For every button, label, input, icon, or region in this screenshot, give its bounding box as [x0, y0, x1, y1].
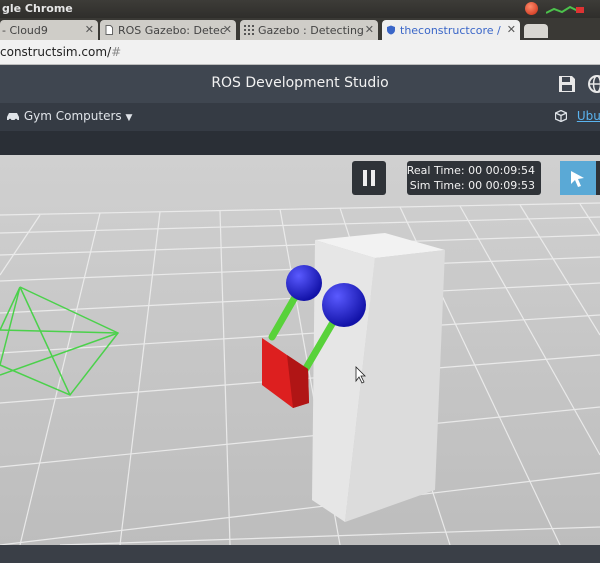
sim-time-display: Real Time: 00 00:09:54 Sim Time: 00 00:0…	[407, 161, 541, 195]
tab-cloud9[interactable]: - Cloud9 ✕	[0, 20, 98, 40]
gym-computers-menu[interactable]: Gym Computers ▼	[6, 109, 132, 123]
globe-icon[interactable]	[588, 75, 600, 93]
tab-strip: - Cloud9 ✕ ROS Gazebo: Detec ✕ Gazebo : …	[0, 18, 600, 40]
sim-time-readout: Sim Time: 00 00:09:53	[409, 179, 535, 192]
pause-icon	[363, 170, 375, 186]
translate-mode-button[interactable]	[596, 161, 600, 195]
bottom-bar	[0, 545, 600, 563]
url-text[interactable]: constructsim.com/#	[0, 45, 121, 59]
tab-label: theconstructcore /	[400, 24, 501, 37]
arrow-cursor-icon	[571, 171, 584, 187]
pause-button[interactable]	[352, 161, 386, 195]
real-time-readout: Real Time: 00 00:09:54	[406, 164, 535, 177]
tab-label: ROS Gazebo: Detec	[118, 24, 226, 37]
app-header: ROS Development Studio	[0, 65, 600, 103]
menu-label: Gym Computers	[23, 109, 122, 123]
cube-icon	[554, 109, 568, 123]
app-toolbar: Gym Computers ▼ Ubu	[0, 103, 600, 131]
tab-close-icon[interactable]: ✕	[507, 23, 516, 36]
tab-gazebo-detecting[interactable]: Gazebo : Detecting ✕	[240, 20, 378, 40]
system-tray-icon	[546, 5, 584, 14]
close-window-icon[interactable]	[525, 2, 538, 15]
app-title: ROS Development Studio	[211, 75, 389, 91]
caret-down-icon: ▼	[125, 113, 133, 123]
window-titlebar: gle Chrome	[0, 0, 600, 18]
window-title: gle Chrome	[2, 2, 73, 15]
gazebo-3d-viewport[interactable]	[0, 155, 600, 545]
shield-icon	[387, 25, 395, 35]
tab-ros-gazebo[interactable]: ROS Gazebo: Detec ✕	[100, 20, 236, 40]
scene-render[interactable]	[0, 155, 600, 545]
tab-theconstructcore[interactable]: theconstructcore / ✕	[382, 20, 520, 40]
page-icon	[105, 25, 113, 35]
ubuntu-label: Ubu	[576, 109, 600, 123]
address-bar[interactable]: constructsim.com/#	[0, 40, 600, 65]
gazebo-toolbar-strip	[0, 131, 600, 155]
tab-close-icon[interactable]: ✕	[365, 23, 374, 36]
grid-icon	[244, 25, 254, 35]
tab-label: - Cloud9	[2, 24, 48, 37]
tab-close-icon[interactable]: ✕	[223, 23, 232, 36]
url-host: constructsim.com/	[0, 45, 112, 59]
ubuntu-menu[interactable]: Ubu	[554, 109, 600, 123]
url-hash: #	[111, 45, 122, 59]
car-icon	[7, 113, 19, 122]
new-tab-button[interactable]	[524, 24, 548, 38]
tab-label: Gazebo : Detecting	[258, 24, 364, 37]
tall-box	[312, 233, 445, 522]
select-mode-button[interactable]	[560, 161, 596, 195]
tab-close-icon[interactable]: ✕	[85, 23, 94, 36]
save-icon[interactable]	[558, 75, 576, 93]
